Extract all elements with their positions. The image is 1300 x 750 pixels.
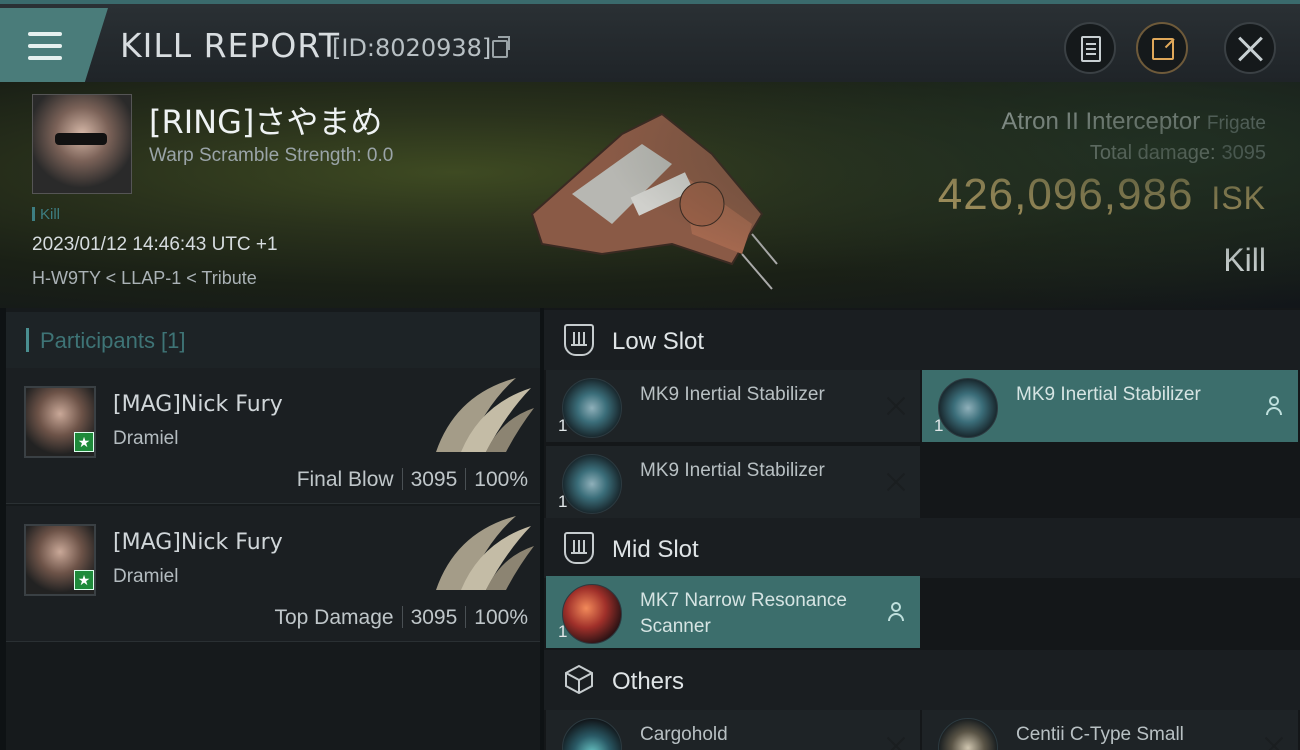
participant-role: Top Damage [274,606,394,629]
destroyed-icon [886,396,906,416]
participant-damage: 3095 [410,606,458,629]
mid-slot-title: Mid Slot [612,536,699,563]
ship-name: Atron II Interceptor Frigate [1001,108,1266,136]
share-icon [1152,38,1174,60]
participants-title: Participants [1] [40,328,186,353]
share-button[interactable] [1136,22,1188,74]
hamburger-icon-bar [28,44,62,48]
cargohold-icon [562,718,622,750]
total-damage: Total damage: 3095 [1090,142,1266,165]
victim-avatar[interactable] [32,94,132,194]
dramiel-ship-icon[interactable] [426,512,536,592]
separator [401,468,403,490]
total-damage-label: Total damage: [1089,142,1216,164]
inertial-stabilizer-icon [562,454,622,514]
isk-value: 426,096,986 ISK [938,170,1266,220]
report-button[interactable] [1064,22,1116,74]
module-qty: 1 [558,492,568,511]
participant-stats: Final Blow 3095 100% [297,468,528,492]
star-icon: ★ [74,570,94,590]
module-name: MK9 Inertial Stabilizer [640,460,825,481]
isk-amount: 426,096,986 [937,170,1194,219]
module-item[interactable]: 1 MK9 Inertial Stabilizer [922,370,1298,442]
module-name: MK9 Inertial Stabilizer [1016,384,1201,405]
dramiel-ship-icon[interactable] [426,374,536,454]
participant-damage: 3095 [410,468,458,491]
participant-row[interactable]: ★ [MAG]Nick Fury Dramiel Final Blow 3095 1… [6,368,540,504]
low-slot-icon [564,324,594,356]
separator [465,468,467,490]
module-item[interactable]: Cargohold [546,710,920,750]
module-qty: 1 [558,416,568,435]
resonance-scanner-icon [562,584,622,644]
victim-name: [RING]さやまめ [149,103,383,141]
mid-slot-header: Mid Slot [544,518,1300,578]
document-icon [1081,36,1101,62]
participant-name[interactable]: [MAG]Nick Fury [113,392,283,417]
ship-class: Frigate [1206,113,1266,134]
kill-tag: Kill [32,206,60,223]
participants-panel: Participants [1] ★ [MAG]Nick Fury Dramie… [6,308,540,750]
report-id: [ID:8020938] [332,34,492,62]
module-qty: 1 [934,416,944,435]
module-name: Centii C-Type Small [1016,724,1184,745]
participant-stats: Top Damage 3095 100% [274,606,528,630]
header-bar: KILL REPORT [ID:8020938] [0,0,1300,84]
menu-button[interactable] [0,8,108,84]
kill-result: Kill [1223,242,1266,278]
dropped-person-icon [1264,396,1284,416]
module-name: Cargohold [640,724,728,745]
hamburger-icon [28,32,62,36]
module-name: MK7 Narrow Resonance Scanner [640,590,847,637]
module-item[interactable]: 1 MK9 Inertial Stabilizer [546,370,920,442]
inertial-stabilizer-icon [562,378,622,438]
mid-slot-icon [564,532,594,564]
warp-scramble-strength: Warp Scramble Strength: 0.0 [149,145,394,166]
cube-icon [565,664,593,694]
fitting-panel: Low Slot 1 MK9 Inertial Stabilizer 1 MK9… [544,308,1300,750]
avatar-glasses [55,133,107,145]
ship-type-name: Atron II Interceptor [1001,108,1201,135]
dropped-person-icon [886,602,906,622]
module-qty: 1 [558,622,568,641]
ship-render [530,112,778,290]
isk-unit: ISK [1211,180,1266,216]
copy-icon[interactable] [492,36,510,58]
inertial-stabilizer-icon [938,378,998,438]
others-title: Others [612,668,685,695]
participants-header: Participants [1] [6,312,540,368]
others-header: Others [544,650,1300,710]
participant-percent: 100% [474,606,528,629]
hamburger-icon-bar [28,56,62,60]
kill-summary-banner: [RING]さやまめ Warp Scramble Strength: 0.0 K… [0,82,1300,308]
module-item[interactable]: Centii C-Type Small [922,710,1298,750]
page-title: KILL REPORT [120,26,340,65]
destroyed-icon [886,736,906,750]
kill-datetime: 2023/01/12 14:46:43 UTC +1 [32,234,278,255]
module-item[interactable]: 1 MK7 Narrow Resonance Scanner [546,576,920,648]
total-damage-value: 3095 [1221,142,1267,164]
weapon-module-icon [938,718,998,750]
separator [465,606,467,628]
low-slot-title: Low Slot [612,328,705,355]
separator [401,606,403,628]
participant-name[interactable]: [MAG]Nick Fury [113,530,283,555]
star-icon: ★ [74,432,94,452]
participant-role: Final Blow [296,468,394,491]
participant-percent: 100% [474,468,528,491]
destroyed-icon [1264,736,1284,750]
close-button[interactable] [1224,22,1276,74]
participant-row[interactable]: ★ [MAG]Nick Fury Dramiel Top Damage 3095 1… [6,506,540,642]
kill-location: H-W9TY < LLAP-1 < Tribute [32,268,257,288]
module-name: MK9 Inertial Stabilizer [640,384,825,405]
destroyed-icon [886,472,906,492]
module-item[interactable]: 1 MK9 Inertial Stabilizer [546,446,920,518]
close-icon [1237,35,1265,63]
participant-ship: Dramiel [113,428,179,449]
participant-ship: Dramiel [113,566,179,587]
low-slot-header: Low Slot [544,310,1300,370]
